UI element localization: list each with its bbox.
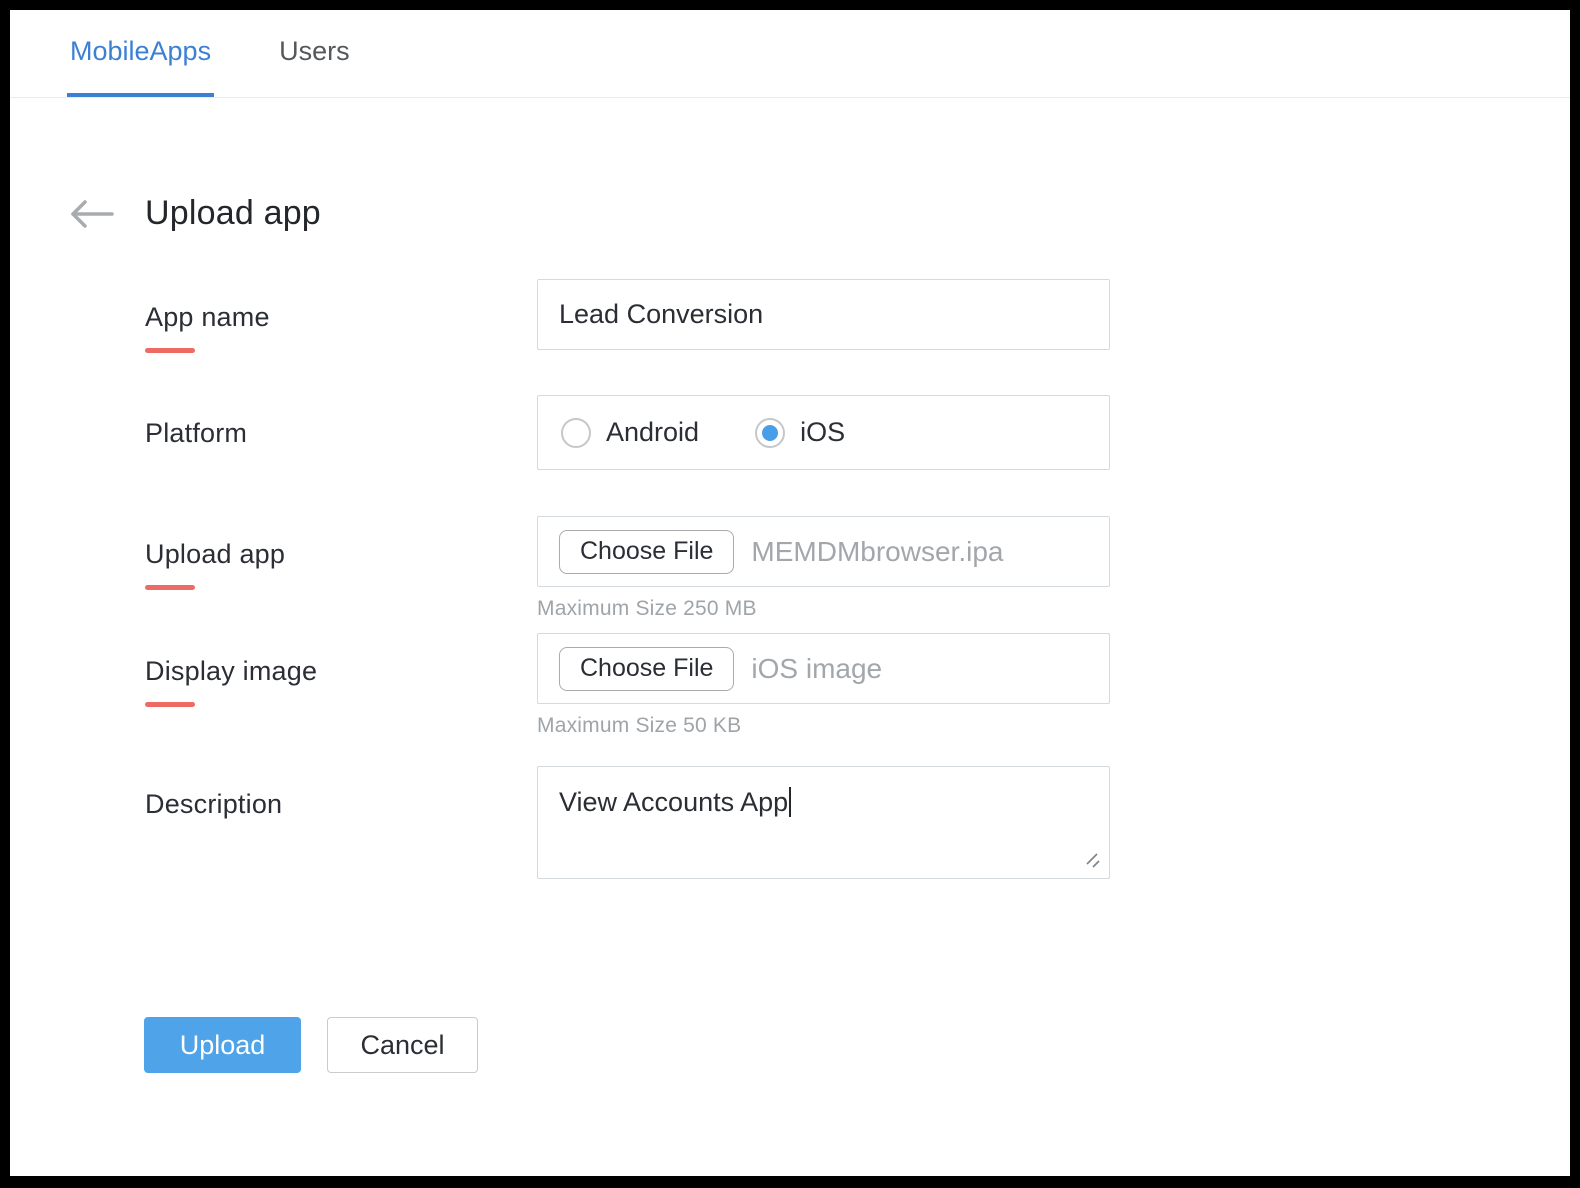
display-image-max-size-hint: Maximum Size 50 KB <box>537 714 1110 738</box>
tab-users-label: Users <box>279 36 350 67</box>
description-row: Description View Accounts App <box>145 766 1570 879</box>
radio-android-label: Android <box>606 417 699 448</box>
description-label: Description <box>145 789 537 820</box>
cancel-button[interactable]: Cancel <box>327 1017 478 1073</box>
upload-button[interactable]: Upload <box>144 1017 301 1073</box>
tab-mobileapps[interactable]: MobileApps <box>67 10 214 97</box>
radio-button-icon <box>755 418 785 448</box>
display-image-label: Display image <box>145 656 537 687</box>
tab-mobileapps-label: MobileApps <box>70 36 211 67</box>
upload-app-file-input[interactable]: Choose File MEMDMbrowser.ipa <box>537 516 1110 587</box>
main-content: Upload app App name Platform <box>10 194 1570 1073</box>
app-name-row: App name <box>145 279 1570 353</box>
display-image-file-name: iOS image <box>751 653 882 685</box>
display-image-file-input[interactable]: Choose File iOS image <box>537 633 1110 704</box>
platform-label-col: Platform <box>145 395 537 470</box>
upload-app-form: App name Platform Android <box>68 279 1570 879</box>
form-actions: Upload Cancel <box>68 1017 1570 1073</box>
resize-handle-icon[interactable] <box>1084 852 1102 870</box>
page-header: Upload app <box>68 194 1570 233</box>
upload-app-file-name: MEMDMbrowser.ipa <box>751 536 1003 568</box>
display-image-row: Display image Choose File iOS image Maxi… <box>145 633 1570 738</box>
text-caret-icon <box>789 787 791 817</box>
description-textarea[interactable]: View Accounts App <box>537 766 1110 879</box>
choose-file-button-app[interactable]: Choose File <box>559 530 734 574</box>
required-underline <box>145 585 195 590</box>
platform-row: Platform Android iOS <box>145 395 1570 470</box>
platform-label: Platform <box>145 418 537 449</box>
upload-app-max-size-hint: Maximum Size 250 MB <box>537 597 1110 621</box>
choose-file-button-image[interactable]: Choose File <box>559 647 734 691</box>
radio-android[interactable]: Android <box>561 417 699 448</box>
page-title: Upload app <box>145 194 321 233</box>
required-underline <box>145 348 195 353</box>
app-name-label: App name <box>145 302 537 333</box>
upload-app-label-col: Upload app <box>145 516 537 621</box>
radio-ios[interactable]: iOS <box>755 417 845 448</box>
tab-bar: MobileApps Users <box>10 10 1570 98</box>
description-text: View Accounts App <box>559 787 788 817</box>
app-name-label-col: App name <box>145 279 537 353</box>
app-window: MobileApps Users Upload app App name <box>10 10 1570 1176</box>
description-label-col: Description <box>145 766 537 879</box>
upload-app-label: Upload app <box>145 539 537 570</box>
platform-radio-group: Android iOS <box>537 395 1110 470</box>
display-image-label-col: Display image <box>145 633 537 738</box>
radio-ios-label: iOS <box>800 417 845 448</box>
upload-app-row: Upload app Choose File MEMDMbrowser.ipa … <box>145 516 1570 621</box>
tab-users[interactable]: Users <box>276 10 353 97</box>
app-name-input[interactable] <box>537 279 1110 350</box>
back-arrow-icon[interactable] <box>68 198 114 230</box>
required-underline <box>145 702 195 707</box>
radio-button-icon <box>561 418 591 448</box>
